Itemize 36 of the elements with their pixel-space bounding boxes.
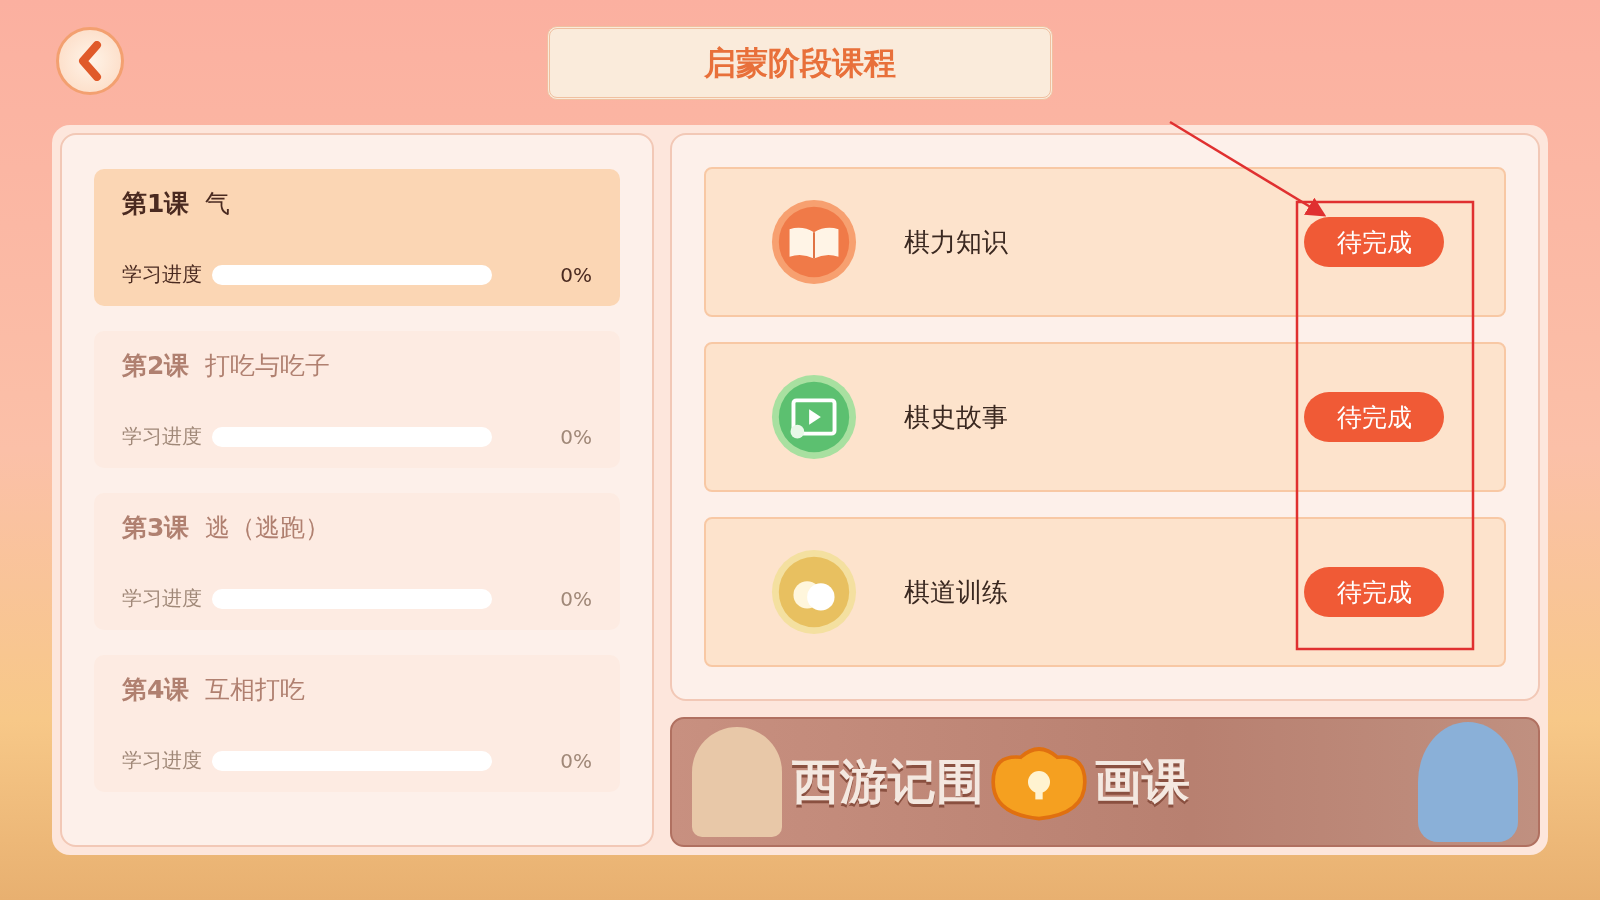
lesson-card[interactable]: 第2课 打吃与吃子 学习进度 0% bbox=[94, 331, 620, 468]
task-card[interactable]: 棋道训练 待完成 bbox=[704, 517, 1506, 667]
progress-label: 学习进度 bbox=[122, 261, 202, 288]
task-card[interactable]: 棋史故事 待完成 bbox=[704, 342, 1506, 492]
progress-percent: 0% bbox=[560, 748, 592, 773]
lesson-number: 第1课 bbox=[122, 188, 190, 220]
banner-title: 西游记围 bbox=[792, 752, 984, 811]
task-title: 棋史故事 bbox=[904, 400, 1008, 434]
go-stones-icon bbox=[770, 548, 858, 636]
lesson-card[interactable]: 第3课 逃（逃跑） 学习进度 0% bbox=[94, 493, 620, 630]
lesson-number: 第4课 bbox=[122, 674, 190, 706]
banner-background[interactable]: 西游记围 画课 bbox=[670, 717, 1540, 847]
lesson-card[interactable]: 第4课 互相打吃 学习进度 0% bbox=[94, 655, 620, 792]
progress-percent: 0% bbox=[560, 262, 592, 287]
banner-title: 画课 bbox=[1094, 752, 1190, 811]
task-title: 棋道训练 bbox=[904, 575, 1008, 609]
page-title: 启蒙阶段课程 bbox=[547, 25, 1053, 100]
lesson-name: 打吃与吃子 bbox=[205, 350, 331, 382]
film-icon bbox=[770, 373, 858, 461]
status-button[interactable]: 待完成 bbox=[1304, 392, 1444, 442]
progress-label: 学习进度 bbox=[122, 423, 202, 450]
lesson-card[interactable]: 第1课 气 学习进度 0% bbox=[94, 169, 620, 306]
status-button[interactable]: 待完成 bbox=[1304, 217, 1444, 267]
task-card[interactable]: 棋力知识 待完成 bbox=[704, 167, 1506, 317]
book-icon bbox=[770, 198, 858, 286]
progress-percent: 0% bbox=[560, 424, 592, 449]
lesson-number: 第3课 bbox=[122, 512, 190, 544]
status-button[interactable]: 待完成 bbox=[1304, 567, 1444, 617]
lesson-name: 互相打吃 bbox=[205, 674, 306, 706]
progress-label: 学习进度 bbox=[122, 585, 202, 612]
task-title: 棋力知识 bbox=[904, 225, 1008, 259]
progress-percent: 0% bbox=[560, 586, 592, 611]
progress-label: 学习进度 bbox=[122, 747, 202, 774]
lesson-name: 气 bbox=[205, 188, 231, 220]
lesson-number: 第2课 bbox=[122, 350, 190, 382]
lesson-name: 逃（逃跑） bbox=[205, 512, 331, 544]
